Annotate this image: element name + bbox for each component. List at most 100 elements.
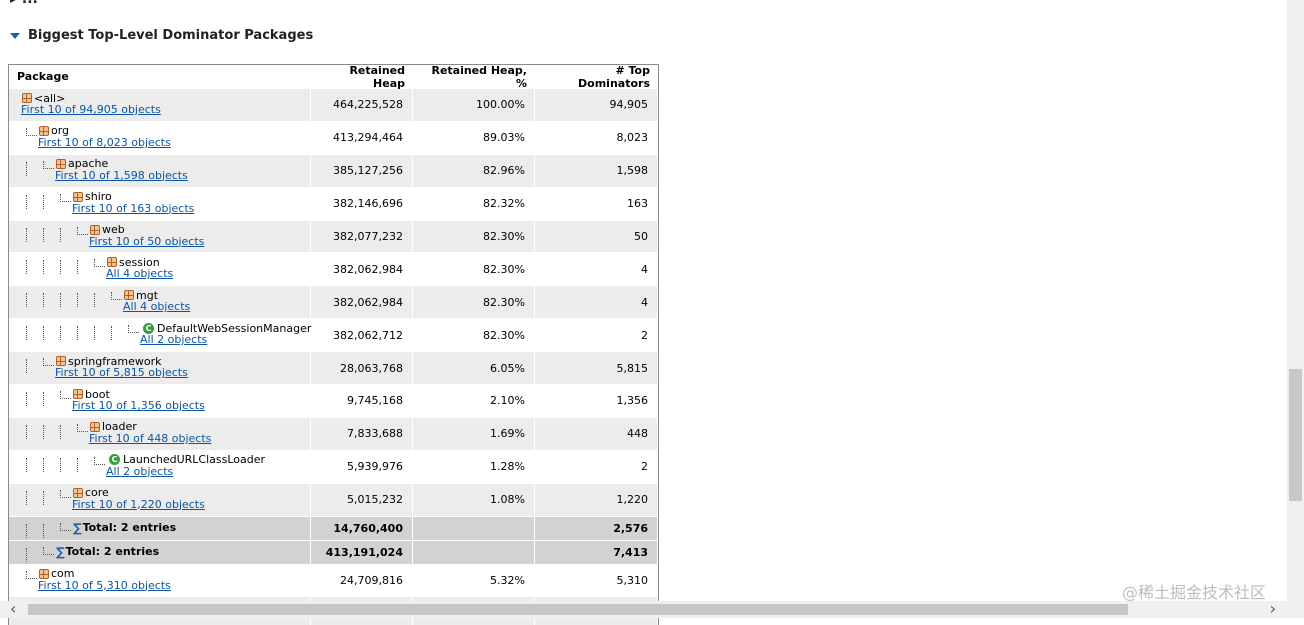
tree-guide-line <box>43 424 44 439</box>
table-row[interactable]: org First 10 of 8,023 objects 413,294,464 8… <box>9 120 658 154</box>
total-row[interactable]: ∑ Total: 2 entries 14,760,400 2,576 <box>9 515 658 540</box>
package-icon <box>56 356 66 367</box>
objects-link[interactable]: First 10 of 50 objects <box>89 235 204 248</box>
objects-link[interactable]: First 10 of 94,905 objects <box>21 104 161 116</box>
top-dominators-cell: 2 <box>535 319 658 352</box>
table-row[interactable]: apache First 10 of 1,598 objects 385,127,2… <box>9 153 658 187</box>
tree-guide-line <box>43 227 44 242</box>
total-row[interactable]: ∑ Total: 2 entries 413,191,024 7,413 <box>9 539 658 564</box>
table-row[interactable]: mgt All 4 objects 382,062,984 82.30% 4 <box>9 285 658 319</box>
section-title: Biggest Top-Level Dominator Packages <box>28 27 314 43</box>
tree-guide-line <box>26 161 27 176</box>
vertical-scrollbar-thumb[interactable] <box>1289 369 1302 501</box>
table-row[interactable]: C DefaultWebSessionManager All 2 objects 38… <box>9 318 658 352</box>
retained-heap-percent-cell <box>413 540 535 564</box>
tree-guide-line <box>26 490 27 505</box>
table-row[interactable]: loader First 10 of 448 objects 7,833,688 1.… <box>9 416 658 450</box>
tree-guide-line <box>60 293 61 308</box>
tree-guide-line <box>60 227 61 242</box>
objects-link[interactable]: First 10 of 8,023 objects <box>38 136 171 149</box>
scroll-left-arrow-icon[interactable]: ‹ <box>10 601 16 617</box>
package-icon <box>56 158 66 169</box>
table-row[interactable]: session All 4 objects 382,062,984 82.30% 4 <box>9 252 658 286</box>
dominator-packages-table: Package Retained Heap Retained Heap, % #… <box>8 64 659 625</box>
table-row[interactable]: com First 10 of 5,310 objects 24,709,816 5.… <box>9 563 658 597</box>
tree-elbow-line <box>60 489 71 498</box>
tree-guide-line <box>26 424 27 439</box>
package-entry: mgt All 4 objects <box>123 289 190 313</box>
objects-link[interactable]: All 2 objects <box>106 465 265 478</box>
package-entry: web First 10 of 50 objects <box>89 223 204 248</box>
objects-link[interactable]: All 4 objects <box>123 301 190 313</box>
objects-link[interactable]: First 10 of 448 objects <box>89 432 211 445</box>
package-name-line[interactable]: C LaunchedURLClassLoader <box>107 453 265 466</box>
tree-guide-line <box>60 457 61 472</box>
package-name-line[interactable]: ∑ Total: 2 entries <box>56 545 159 559</box>
top-dominators-cell: 50 <box>535 220 658 253</box>
retained-heap-cell: 24,709,816 <box>311 564 413 597</box>
package-name-line[interactable]: apache <box>56 157 188 170</box>
package-icon <box>73 389 83 400</box>
horizontal-scrollbar[interactable]: ‹ › <box>0 601 1304 618</box>
package-name-line[interactable]: web <box>90 223 204 236</box>
tree-guide-line <box>43 260 44 275</box>
tree-guide-line <box>26 359 27 374</box>
tree-guide-line <box>26 293 27 308</box>
tree-guide-line <box>60 424 61 439</box>
table-row[interactable]: shiro First 10 of 163 objects 382,146,696 8… <box>9 186 658 220</box>
objects-link[interactable]: All 2 objects <box>140 334 311 346</box>
tree-guide-line <box>43 490 44 505</box>
objects-link[interactable]: First 10 of 163 objects <box>72 202 194 215</box>
package-name-line[interactable]: shiro <box>73 190 194 203</box>
package-cell: core First 10 of 1,220 objects <box>9 483 311 516</box>
retained-heap-percent-cell: 89.03% <box>413 121 535 154</box>
tree-guide-line <box>26 392 27 407</box>
vertical-scrollbar[interactable] <box>1287 0 1304 601</box>
retained-heap-cell: 382,062,712 <box>311 319 413 352</box>
tree-elbow-line <box>77 226 88 235</box>
tree-elbow-line <box>26 127 37 136</box>
package-name-line[interactable]: ∑ Total: 2 entries <box>73 521 176 535</box>
package-name-line[interactable]: core <box>73 486 205 499</box>
package-icon <box>73 487 83 498</box>
tree-guide-line <box>26 194 27 209</box>
tree-elbow-line <box>60 193 71 202</box>
tree-guide-line <box>77 293 78 308</box>
table-row[interactable]: core First 10 of 1,220 objects 5,015,232 1.… <box>9 482 658 516</box>
horizontal-scrollbar-thumb[interactable] <box>28 604 1128 615</box>
package-icon <box>90 224 100 235</box>
table-row[interactable]: web First 10 of 50 objects 382,077,232 82.3… <box>9 219 658 253</box>
table-row[interactable]: springframework First 10 of 5,815 objects… <box>9 351 658 385</box>
package-cell: com First 10 of 5,310 objects <box>9 564 311 597</box>
objects-link[interactable]: First 10 of 1,356 objects <box>72 400 205 412</box>
section-header[interactable]: Biggest Top-Level Dominator Packages <box>10 25 313 45</box>
collapse-triangle-icon[interactable] <box>10 33 20 39</box>
retained-heap-percent-cell: 82.30% <box>413 220 535 253</box>
tree-guide-line <box>94 326 95 341</box>
objects-link[interactable]: First 10 of 1,220 objects <box>72 498 205 511</box>
table-body: <all> First 10 of 94,905 objects 464,225,5… <box>9 88 658 625</box>
objects-link[interactable]: All 4 objects <box>106 268 173 280</box>
objects-link[interactable]: First 10 of 1,598 objects <box>55 169 188 182</box>
objects-link[interactable]: First 10 of 5,310 objects <box>38 579 171 592</box>
scroll-right-arrow-icon[interactable]: › <box>1270 601 1276 617</box>
objects-link[interactable]: First 10 of 5,815 objects <box>55 367 188 379</box>
tree-guide-line <box>60 260 61 275</box>
table-row[interactable]: boot First 10 of 1,356 objects 9,745,168 2.… <box>9 384 658 417</box>
retained-heap-percent-cell: 1.28% <box>413 450 535 483</box>
table-row[interactable]: <all> First 10 of 94,905 objects 464,225,5… <box>9 88 658 121</box>
retained-heap-cell: 7,833,688 <box>311 417 413 450</box>
retained-heap-cell: 385,127,256 <box>311 154 413 187</box>
table-row[interactable]: C LaunchedURLClassLoader All 2 objects 5,93… <box>9 449 658 483</box>
package-cell: C DefaultWebSessionManager All 2 objects <box>9 319 311 352</box>
tree-guide-line <box>26 523 27 538</box>
package-entry: springframework First 10 of 5,815 objects <box>55 355 188 379</box>
package-name-line[interactable]: com <box>39 567 171 580</box>
retained-heap-percent-cell: 2.10% <box>413 385 535 417</box>
retained-heap-percent-cell: 100.00% <box>413 89 535 121</box>
tree-guide-line <box>77 260 78 275</box>
tree-guide-line <box>26 547 27 562</box>
package-icon <box>73 191 83 202</box>
retained-heap-cell: 382,062,984 <box>311 253 413 286</box>
top-dominators-cell: 5,310 <box>535 564 658 597</box>
